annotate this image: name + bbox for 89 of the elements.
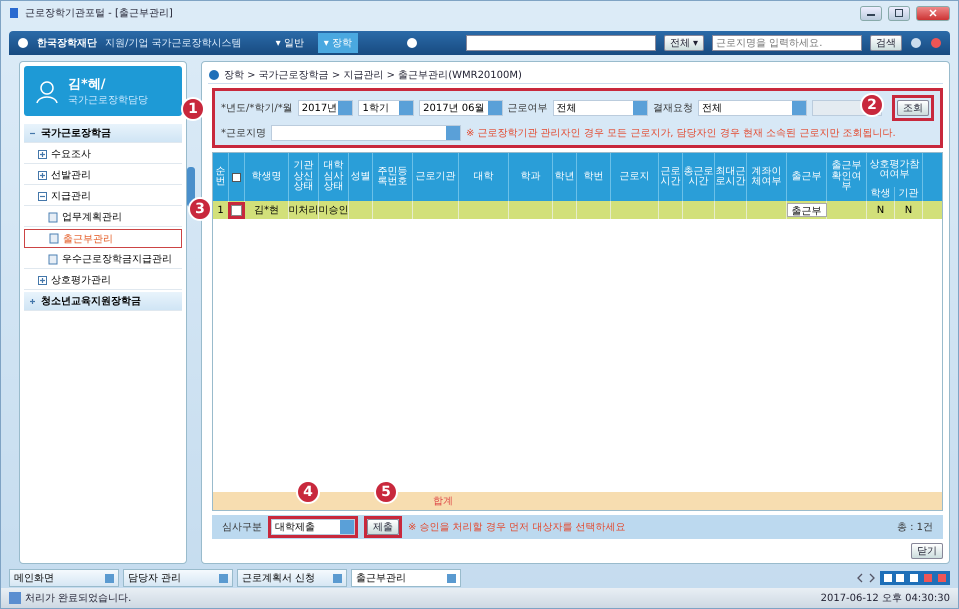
next-icon[interactable] bbox=[868, 573, 876, 583]
search-field[interactable]: 근로지명을 입력하세요. bbox=[712, 35, 862, 51]
menu-label: 업무계획관리 bbox=[62, 211, 122, 224]
window-tab[interactable]: 출근부관리 bbox=[351, 569, 461, 587]
app-icon bbox=[9, 7, 19, 19]
maximize-button[interactable] bbox=[888, 6, 910, 20]
breadcrumb: 장학 > 국가근로장학금 > 지급관리 > 출근부관리(WMR20100M) bbox=[224, 68, 522, 82]
term-dropdown[interactable]: 1학기 bbox=[358, 100, 414, 116]
window-title: 근로장학기관포털 - [출근부관리] bbox=[25, 7, 174, 20]
window-tab[interactable]: 근로계획서 신청 bbox=[237, 569, 347, 587]
column-header: 상호평가참여여부 bbox=[867, 153, 923, 187]
page-icon bbox=[48, 254, 58, 264]
field-label: 결재요청 bbox=[653, 102, 694, 115]
menu-label: 상호평가관리 bbox=[51, 274, 111, 287]
menu-item[interactable]: 출근부관리 bbox=[24, 229, 182, 248]
search-button[interactable]: 검색 bbox=[870, 35, 902, 51]
scope-dropdown[interactable]: 전체 ▾ bbox=[664, 35, 704, 51]
window-tab[interactable]: 메인화면 bbox=[9, 569, 119, 587]
field-label: *년도/*학기/*월 bbox=[221, 102, 293, 115]
menu-item[interactable]: 선발관리 bbox=[24, 166, 182, 185]
field-label: 근로여부 bbox=[508, 102, 548, 115]
menu-item[interactable]: 상호평가관리 bbox=[24, 271, 182, 290]
table-cell: N bbox=[876, 204, 884, 216]
notice-text: ※ 승인을 처리할 경우 먼저 대상자를 선택하세요 bbox=[408, 521, 626, 534]
workplace-field[interactable] bbox=[271, 125, 461, 141]
review-dropdown[interactable]: 대학제출 bbox=[271, 519, 355, 535]
system-name: 지원/기업 국가근로장학시스템 bbox=[105, 37, 242, 50]
record-count: 총 : 1건 bbox=[896, 521, 933, 534]
menu-label: 출근부관리 bbox=[63, 232, 113, 246]
status-time: 2017-06-12 오후 04:30:30 bbox=[820, 592, 950, 605]
menu-item[interactable]: 청소년교육지원장학금 bbox=[24, 292, 182, 311]
field-label: 심사구분 bbox=[222, 521, 262, 534]
checkbox-icon[interactable] bbox=[232, 172, 241, 182]
close-icon bbox=[929, 9, 937, 17]
status-icon bbox=[9, 592, 21, 604]
user-name: 김*혜/ bbox=[68, 76, 107, 93]
menu-item[interactable]: 지급관리 bbox=[24, 187, 182, 206]
quick-input-field[interactable] bbox=[466, 35, 656, 51]
total-label: 합계 bbox=[433, 495, 453, 508]
maximize-icon bbox=[895, 9, 903, 17]
menu-item[interactable]: 수요조사 bbox=[24, 145, 182, 164]
field-label: *근로지명 bbox=[221, 127, 266, 140]
callout-marker: 4 bbox=[296, 480, 320, 504]
menu-item[interactable]: 국가근로장학금 bbox=[24, 124, 182, 143]
user-role: 국가근로장학담당 bbox=[68, 94, 148, 107]
minimize-button[interactable] bbox=[860, 6, 882, 20]
status-message: 처리가 완료되었습니다. bbox=[25, 592, 132, 605]
close-button[interactable]: 닫기 bbox=[911, 543, 943, 559]
menu-label: 우수근로장학금지급관리 bbox=[62, 253, 172, 266]
callout-marker: 3 bbox=[188, 197, 212, 221]
layout-icons[interactable] bbox=[880, 571, 950, 585]
info-icon bbox=[208, 68, 220, 80]
collapse-icon[interactable] bbox=[38, 192, 47, 200]
search-button[interactable]: 조회 bbox=[897, 100, 930, 116]
submit-button[interactable]: 제출 bbox=[367, 519, 399, 535]
page-icon bbox=[49, 233, 59, 244]
menu-label: 지급관리 bbox=[51, 190, 91, 203]
logo-text: 한국장학재단 bbox=[37, 37, 97, 50]
nav-menu[interactable]: ▾ 일반 bbox=[270, 33, 310, 53]
table-cell-text: 김*현 bbox=[254, 204, 279, 217]
menu-label: 국가근로장학금 bbox=[41, 127, 111, 140]
menu-label: 선발관리 bbox=[51, 169, 91, 182]
year-dropdown[interactable]: 2017년 bbox=[298, 100, 354, 116]
notice-text: ※ 근로장학기관 관리자인 경우 모든 근로지가, 담당자인 경우 현재 소속된 근로지만 조회됩니다. bbox=[466, 127, 896, 140]
page-icon bbox=[48, 212, 58, 222]
month-dropdown[interactable]: 2017년 06월 bbox=[419, 100, 503, 116]
expand-icon[interactable] bbox=[38, 150, 47, 158]
expand-icon[interactable] bbox=[38, 276, 47, 284]
collapse-handle[interactable] bbox=[187, 167, 195, 207]
attendance-button[interactable]: 출근부 bbox=[786, 203, 826, 217]
menu-label: 청소년교육지원장학금 bbox=[41, 295, 141, 308]
work-dropdown[interactable]: 전체 bbox=[552, 100, 648, 116]
callout-marker: 2 bbox=[860, 93, 884, 117]
approval-dropdown[interactable]: 전체 bbox=[698, 100, 808, 116]
table-cell-text: 미처리 bbox=[288, 204, 318, 217]
table-cell: 1 bbox=[217, 204, 224, 216]
expand-icon[interactable] bbox=[38, 170, 47, 180]
expand-icon[interactable] bbox=[28, 296, 37, 306]
window-tab[interactable]: 담당자 관리 bbox=[123, 569, 233, 587]
table-cell-text: 미승인 bbox=[318, 204, 348, 217]
previous-icon[interactable] bbox=[856, 573, 864, 583]
callout-marker: 5 bbox=[374, 480, 398, 504]
menu-label: 수요조사 bbox=[51, 148, 91, 161]
menu-item[interactable]: 업무계획관리 bbox=[24, 208, 182, 227]
table-cell: N bbox=[904, 204, 912, 216]
callout-marker: 1 bbox=[181, 97, 205, 121]
logo-icon bbox=[17, 37, 29, 49]
menu-item[interactable]: 우수근로장학금지급관리 bbox=[24, 250, 182, 269]
close-button[interactable] bbox=[916, 6, 950, 20]
